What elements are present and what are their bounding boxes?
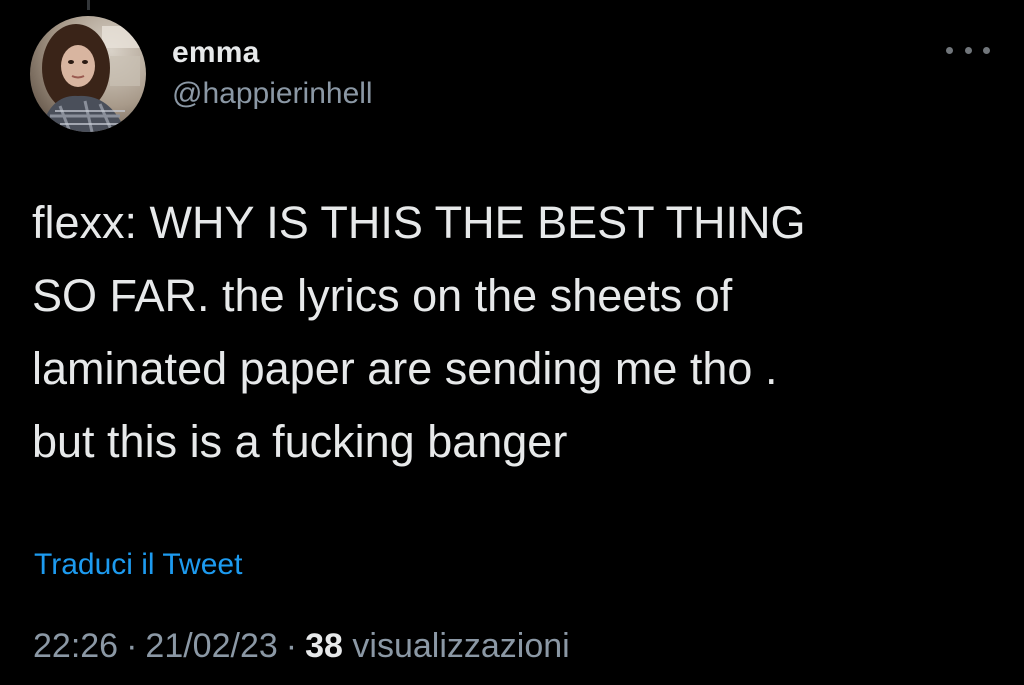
tweet-text-line: laminated paper are sending me tho . [32,343,778,394]
translate-tweet-link[interactable]: Traduci il Tweet [34,545,242,585]
thread-connector-line [87,0,90,10]
tweet-text-line: flexx: WHY IS THIS THE BEST THING [32,197,806,248]
tweet-body: flexx: WHY IS THIS THE BEST THING SO FAR… [32,186,992,478]
tweet-metadata: 22:26 · 21/02/23 · 38 visualizzazioni [33,624,570,668]
views-count[interactable]: 38 [305,627,343,665]
more-dot [964,46,972,54]
views-label: visualizzazioni [352,627,570,665]
author-avatar[interactable] [30,16,146,132]
separator-dot: · [126,627,138,665]
tweet-date[interactable]: 21/02/23 [145,627,277,665]
tweet-text-line: but this is a fucking banger [32,416,568,467]
more-options-icon[interactable] [946,38,990,62]
author-display-name[interactable]: emma [172,34,373,72]
separator-dot: · [285,627,298,665]
tweet-time[interactable]: 22:26 [33,627,118,665]
author-handle[interactable]: @happierinhell [172,74,373,114]
author-block[interactable]: emma @happierinhell [172,34,373,114]
more-dot [946,46,953,54]
tweet-text-line: SO FAR. the lyrics on the sheets of [32,270,733,321]
avatar-image [30,16,146,132]
more-dot [983,46,990,54]
